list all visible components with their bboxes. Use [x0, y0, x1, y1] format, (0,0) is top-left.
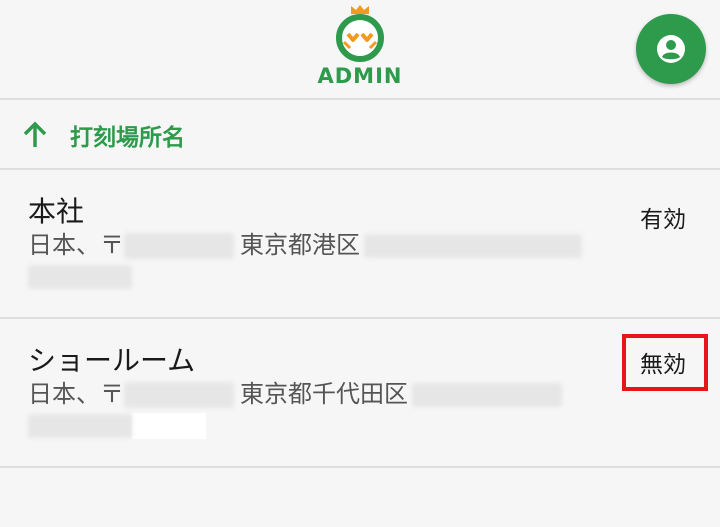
redacted-street: [412, 383, 562, 407]
redacted-street: [364, 234, 582, 258]
address-city: 東京都千代田区: [240, 380, 408, 408]
location-name: 本社: [28, 195, 85, 228]
smiley-crown-icon: [336, 5, 384, 62]
list-item[interactable]: ショールーム 日本、〒 東京都千代田区 無効: [0, 319, 720, 468]
redacted-whiteout: [132, 413, 206, 439]
redacted-building: [28, 414, 132, 438]
arrow-up-icon: [23, 121, 47, 147]
account-button[interactable]: [636, 14, 706, 84]
sort-header[interactable]: 打刻場所名: [0, 100, 720, 170]
status-label[interactable]: 有効: [640, 200, 686, 234]
account-circle-icon: [657, 35, 685, 63]
address-city: 東京都港区: [240, 231, 360, 259]
location-name: ショールーム: [28, 344, 196, 377]
logo-text: ADMIN: [317, 64, 403, 88]
location-address: 日本、〒 東京都港区: [28, 230, 618, 292]
status-label[interactable]: 無効: [640, 345, 686, 379]
list-item[interactable]: 本社 日本、〒 東京都港区 有効: [0, 170, 720, 319]
address-prefix: 日本、〒: [28, 380, 124, 408]
redacted-postal-code: [124, 233, 234, 259]
admin-logo: ADMIN: [308, 4, 412, 92]
redacted-postal-code: [124, 382, 234, 408]
address-prefix: 日本、〒: [28, 231, 124, 259]
sort-label: 打刻場所名: [70, 125, 185, 151]
location-address: 日本、〒 東京都千代田区: [28, 379, 618, 441]
redacted-building: [28, 265, 132, 289]
app-header: ADMIN: [0, 0, 720, 100]
